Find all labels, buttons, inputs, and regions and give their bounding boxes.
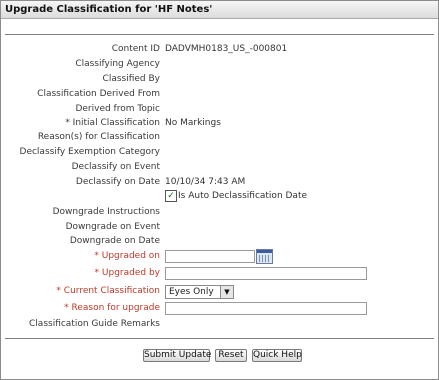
classification-derived-from-label: Classification Derived From bbox=[37, 89, 160, 99]
declassify-on-date-label: Declassify on Date bbox=[75, 177, 160, 187]
current-classification-select[interactable]: Eyes Only ▼ bbox=[165, 285, 234, 299]
auto-declassification-label: Is Auto Declassification Date bbox=[178, 191, 308, 201]
reason-for-upgrade-label: * Reason for upgrade bbox=[64, 303, 160, 313]
top-divider bbox=[5, 34, 434, 35]
content-id-value: DADVMH0183_US_-000801 bbox=[165, 44, 288, 54]
declassify-exemption-category-label: Declassify Exemption Category bbox=[19, 147, 160, 157]
downgrade-instructions-label: Downgrade Instructions bbox=[52, 207, 160, 217]
upgraded-on-input[interactable] bbox=[165, 250, 255, 263]
classification-guide-remarks-label: Classification Guide Remarks bbox=[29, 319, 160, 329]
declassify-on-date-value: 10/10/34 7:43 AM bbox=[165, 177, 246, 187]
initial-classification-label: * Initial Classification bbox=[65, 118, 160, 128]
calendar-icon-grid bbox=[259, 255, 270, 262]
calendar-icon-header bbox=[257, 250, 272, 253]
upgrade-classification-panel: Upgrade Classification for 'HF Notes' Co… bbox=[0, 0, 439, 380]
downgrade-on-date-label: Downgrade on Date bbox=[69, 236, 160, 246]
panel-header: Upgrade Classification for 'HF Notes' bbox=[1, 1, 438, 19]
quick-help-button[interactable]: Quick Help bbox=[252, 349, 302, 362]
upgraded-by-input[interactable] bbox=[165, 267, 367, 280]
declassify-on-event-label: Declassify on Event bbox=[71, 162, 160, 172]
auto-declassification-checkbox[interactable]: ✓ bbox=[165, 190, 177, 202]
calendar-icon[interactable] bbox=[256, 249, 273, 264]
derived-from-topic-label: Derived from Topic bbox=[75, 104, 160, 114]
current-classification-label: * Current Classification bbox=[56, 286, 160, 296]
downgrade-on-event-label: Downgrade on Event bbox=[65, 222, 160, 232]
reset-button[interactable]: Reset bbox=[215, 349, 247, 362]
upgraded-on-label: * Upgraded on bbox=[94, 251, 160, 261]
classified-by-label: Classified By bbox=[102, 74, 160, 84]
upgraded-by-label: * Upgraded by bbox=[94, 268, 160, 278]
classifying-agency-label: Classifying Agency bbox=[75, 59, 160, 69]
submit-update-button[interactable]: Submit Update bbox=[143, 349, 211, 362]
page-title: Upgrade Classification for 'HF Notes' bbox=[5, 4, 213, 15]
reasons-for-classification-label: Reason(s) for Classification bbox=[37, 132, 160, 142]
reason-for-upgrade-input[interactable] bbox=[165, 302, 367, 315]
bottom-divider bbox=[5, 338, 434, 339]
content-id-label: Content ID bbox=[111, 44, 160, 54]
current-classification-value: Eyes Only bbox=[169, 287, 214, 297]
chevron-down-icon[interactable]: ▼ bbox=[220, 286, 233, 298]
initial-classification-value: No Markings bbox=[165, 118, 221, 128]
